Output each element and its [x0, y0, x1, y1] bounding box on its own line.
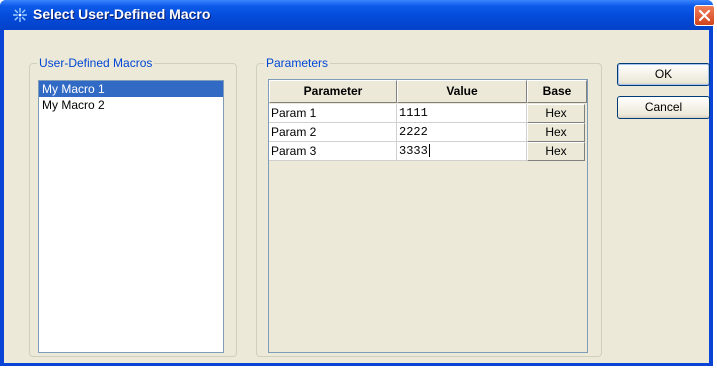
- param-name-cell: Param 3: [269, 142, 397, 161]
- column-header-parameter[interactable]: Parameter: [269, 80, 397, 103]
- column-header-value[interactable]: Value: [397, 80, 527, 103]
- close-button[interactable]: [694, 5, 715, 26]
- column-header-base[interactable]: Base: [527, 80, 587, 103]
- param-name-cell: Param 1: [269, 104, 397, 123]
- parameters-grid[interactable]: Parameter Value Base Param 1 1111 Hex Pa…: [268, 79, 588, 353]
- param-value-cell[interactable]: 1111: [397, 104, 527, 123]
- param-value-cell-editing[interactable]: 3333: [397, 142, 527, 161]
- table-row: Param 3 3333 Hex: [269, 142, 587, 161]
- base-hex-button[interactable]: Hex: [527, 142, 585, 161]
- table-row: Param 2 2222 Hex: [269, 123, 587, 142]
- window-title: Select User-Defined Macro: [33, 6, 211, 22]
- cancel-button[interactable]: Cancel: [617, 96, 710, 119]
- close-icon: [698, 9, 711, 22]
- macro-list-item[interactable]: My Macro 2: [39, 97, 223, 113]
- title-bar[interactable]: Select User-Defined Macro: [0, 0, 715, 30]
- macros-group-label: User-Defined Macros: [37, 56, 155, 70]
- parameters-group-label: Parameters: [264, 56, 331, 70]
- param-value-text: 3333: [399, 144, 428, 158]
- agilent-spark-icon: [13, 8, 27, 22]
- base-hex-button[interactable]: Hex: [527, 123, 585, 142]
- macro-list[interactable]: My Macro 1 My Macro 2: [38, 80, 224, 353]
- macro-list-item[interactable]: My Macro 1: [39, 81, 223, 97]
- param-value-cell[interactable]: 2222: [397, 123, 527, 142]
- param-name-cell: Param 2: [269, 123, 397, 142]
- text-caret: [428, 144, 430, 158]
- ok-button[interactable]: OK: [617, 63, 710, 86]
- base-hex-button[interactable]: Hex: [527, 104, 585, 123]
- table-row: Param 1 1111 Hex: [269, 104, 587, 123]
